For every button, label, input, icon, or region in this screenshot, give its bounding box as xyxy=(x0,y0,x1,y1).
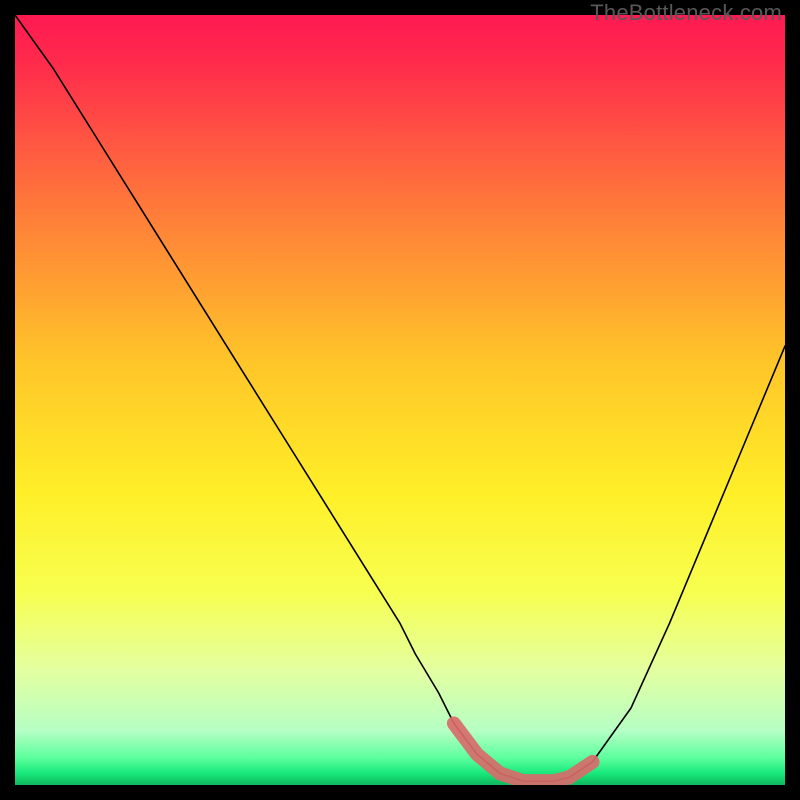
chart-svg xyxy=(15,15,785,785)
watermark-text: TheBottleneck.com xyxy=(590,0,782,26)
chart-frame: TheBottleneck.com xyxy=(0,0,800,800)
gradient-background xyxy=(15,15,785,785)
plot-area xyxy=(15,15,785,785)
